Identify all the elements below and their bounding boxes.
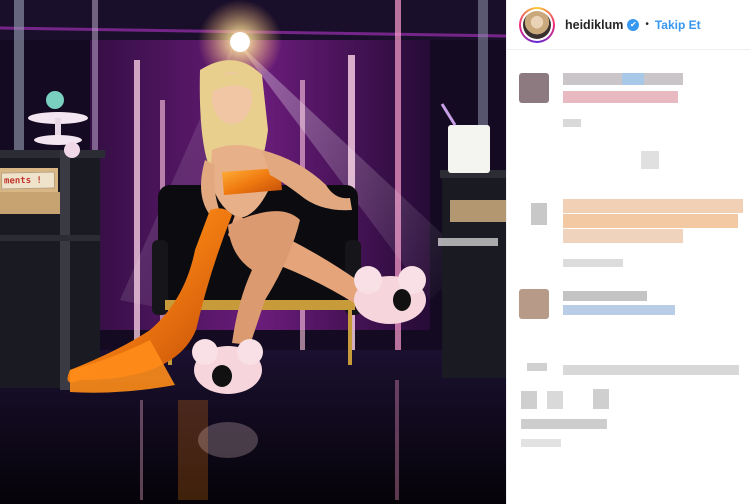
obscured-icon (521, 391, 537, 409)
avatar-image (523, 10, 551, 39)
obscured-text (521, 419, 607, 429)
avatar[interactable] (519, 6, 555, 43)
obscured-text (563, 365, 739, 375)
instagram-post: ments ! heidiklum ✔ • Takip Et (0, 0, 750, 504)
post-photo[interactable]: ments ! (0, 0, 506, 504)
follow-button[interactable]: Takip Et (655, 18, 701, 32)
obscured-text (563, 91, 678, 103)
obscured-text (563, 291, 647, 301)
obscured-icon (547, 391, 563, 409)
box-sign-label: ments ! (0, 171, 56, 190)
stage-scene (0, 0, 506, 504)
header-separator: • (645, 19, 649, 30)
obscured-icon (641, 151, 659, 169)
verified-badge-icon: ✔ (627, 18, 640, 31)
obscured-avatar (519, 289, 549, 319)
obscured-icon (593, 389, 609, 409)
post-header: heidiklum ✔ • Takip Et (507, 0, 750, 50)
obscured-avatar (519, 73, 549, 103)
username-link[interactable]: heidiklum (565, 18, 623, 32)
obscured-text (563, 199, 743, 213)
obscured-avatar (531, 203, 547, 225)
obscured-comments (507, 51, 750, 504)
post-sidebar: heidiklum ✔ • Takip Et (506, 0, 750, 504)
